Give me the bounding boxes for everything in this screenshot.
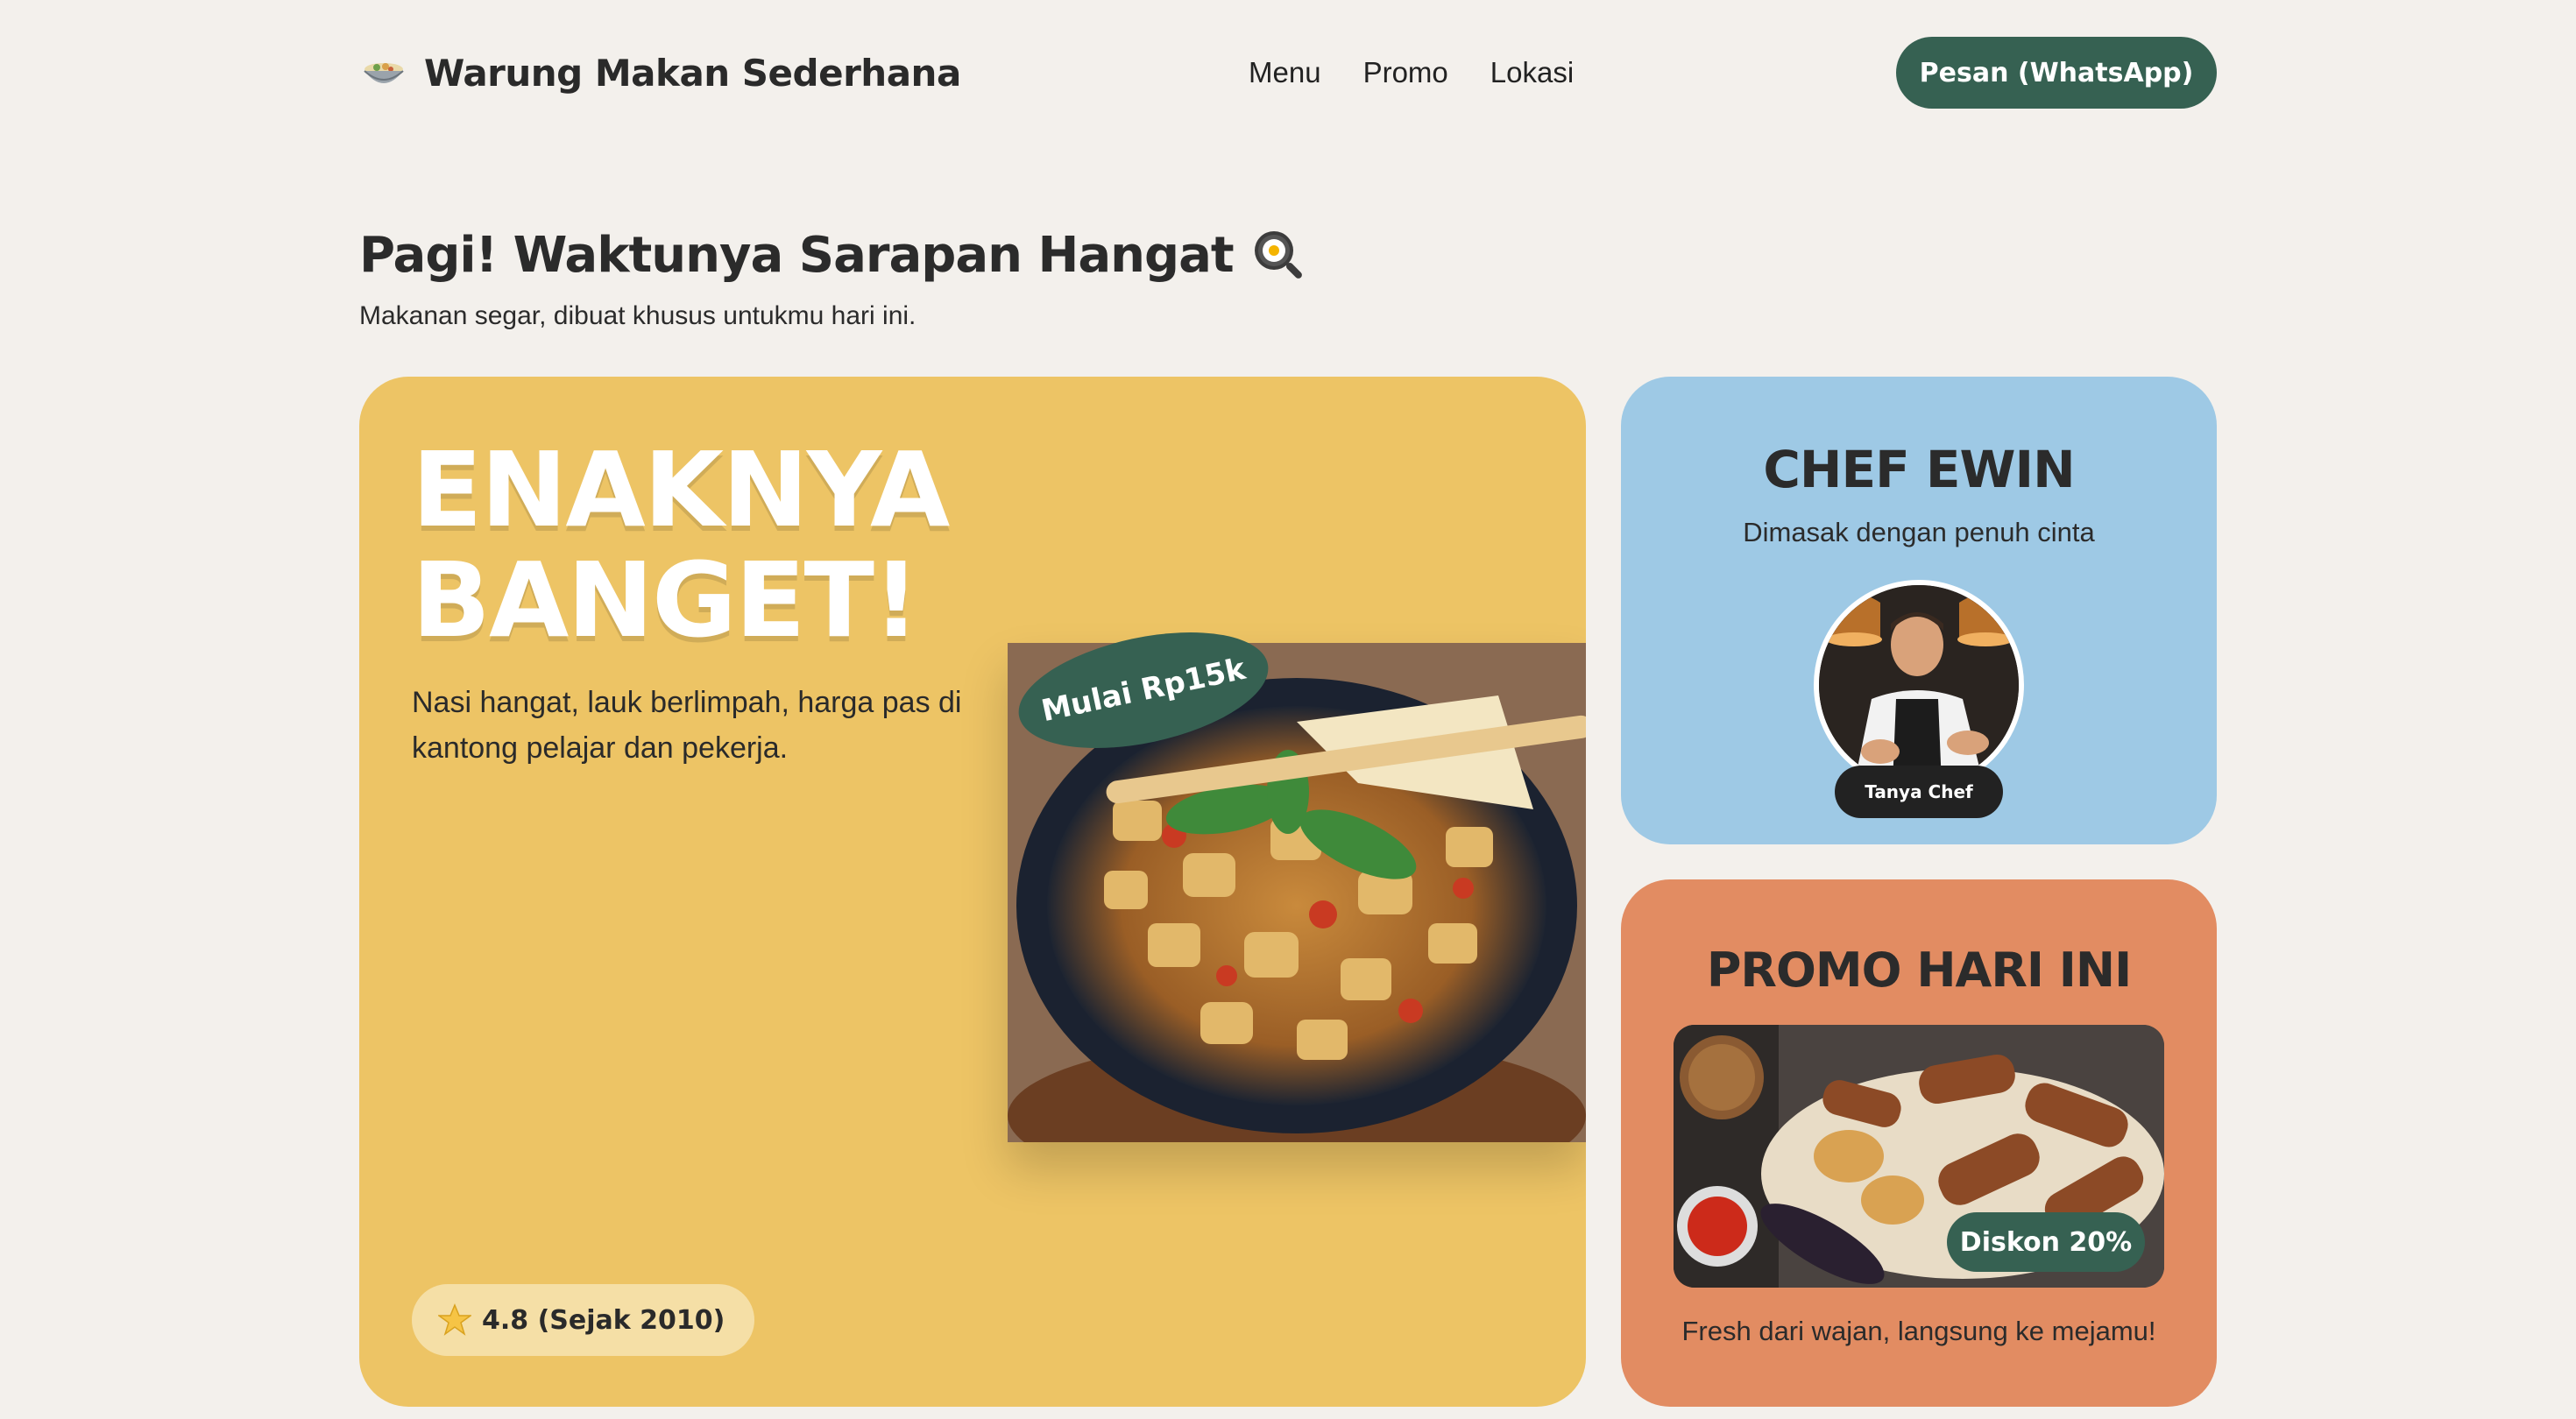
brand-name: Warung Makan Sederhana [424,51,961,95]
nav-item-menu[interactable]: Menu [1249,56,1321,89]
hero-title-line-1: ENAKNYA [412,429,950,550]
ask-chef-button[interactable]: Tanya Chef [1835,766,2003,818]
bowl-icon [359,48,408,97]
order-whatsapp-button[interactable]: Pesan (WhatsApp) [1896,37,2217,109]
discount-badge: Diskon 20% [1947,1212,2145,1272]
frying-pan-egg-icon [1248,224,1309,286]
chef-card: CHEF EWIN Dimasak dengan penuh cinta Tan… [1621,377,2217,844]
page-subtitle: Makanan segar, dibuat khusus untukmu har… [359,301,916,330]
greeting: Pagi! Waktunya Sarapan Hangat [359,224,1309,286]
chef-avatar [1814,580,2024,790]
main-nav: Menu Promo Lokasi [1249,37,1574,109]
hero-title-line-2: BANGET! [412,540,920,660]
promo-caption: Fresh dari wajan, langsung ke mejamu! [1681,1316,2156,1346]
promo-card: PROMO HARI INI Diskon 20% Fresh dari waj… [1621,879,2217,1407]
hero-card: ENAKNYA BANGET! Nasi hangat, lauk berlim… [359,377,1586,1407]
brand[interactable]: Warung Makan Sederhana [359,48,961,97]
chef-title: CHEF EWIN [1763,440,2075,499]
hero-description: Nasi hangat, lauk berlimpah, harga pas d… [412,686,962,765]
star-icon [436,1303,473,1337]
promo-title: PROMO HARI INI [1706,942,2132,998]
hero-title: ENAKNYA BANGET! [412,434,1025,655]
nav-item-promo[interactable]: Promo [1363,56,1448,89]
page-title: Pagi! Waktunya Sarapan Hangat [359,226,1235,284]
chef-subtitle: Dimasak dengan penuh cinta [1743,517,2095,547]
nav-item-lokasi[interactable]: Lokasi [1490,56,1574,89]
site-header: Warung Makan Sederhana Menu Promo Lokasi… [359,37,2217,109]
rating-badge: 4.8 (Sejak 2010) [412,1284,755,1356]
rating-text: 4.8 (Sejak 2010) [482,1304,725,1336]
